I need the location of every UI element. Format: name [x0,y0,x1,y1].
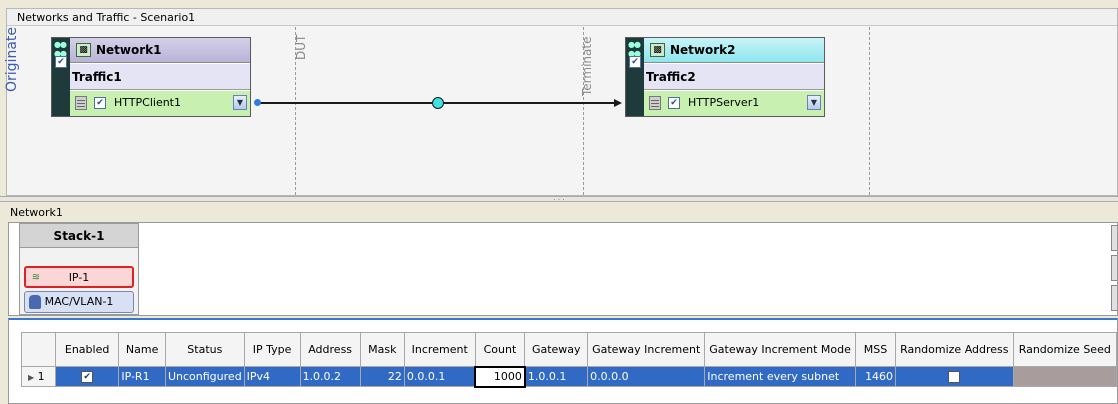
traffic2-name: Traffic2 [646,70,696,84]
server-icon [75,96,87,110]
chevron-down-icon[interactable]: ▼ [807,95,821,110]
row-index-cell[interactable]: ▶ 1 [21,366,56,387]
link-midpoint-node[interactable] [432,97,444,109]
network1-enable-checkbox[interactable]: ✔ [55,56,67,68]
scenario-title: Networks and Traffic - Scenario1 [7,9,1117,26]
ip-layer-label: IP-1 [68,271,90,284]
httpclient-enable-checkbox[interactable]: ✔ [94,97,106,109]
network1-name: Network1 [96,43,162,57]
randomize-seed-cell[interactable] [1012,366,1118,387]
column-header-gateway-increment-mode[interactable]: Gateway Increment Mode [704,332,856,367]
right-divider [869,27,870,195]
column-header-randomize-address[interactable]: Randomize Address [895,332,1014,367]
httpclient-name: HTTPClient1 [114,96,181,109]
row-index: 1 [37,370,45,383]
mss-cell[interactable]: 1460 [854,366,897,387]
database-icon [29,295,41,309]
link-endpoint-dot[interactable] [254,99,261,106]
network-icon: ▩ [76,43,91,57]
column-header-gateway-increment[interactable]: Gateway Increment [587,332,706,367]
column-header-mss[interactable]: MSS [854,332,897,367]
ip-config-grid-area: Enabled Name Status IP Type Address Mask… [8,318,1118,404]
traffic1-name: Traffic1 [72,70,122,84]
traffic2-row[interactable]: Traffic2 [644,64,824,90]
column-header-gateway[interactable]: Gateway [524,332,589,367]
network1-box[interactable]: ●● ●● ✔ ▩ Network1 Traffic1 ✔ HTTPClient1… [51,37,251,117]
gateway-cell[interactable]: 1.0.0.1 [524,366,589,387]
randomize-address-checkbox[interactable] [948,371,961,383]
chevron-down-icon[interactable]: ▼ [233,95,247,110]
column-header-index [21,332,56,367]
side-tab-2[interactable] [1111,255,1117,281]
network2-sidebar: ●● ●● ✔ [626,38,644,116]
side-tab-1[interactable] [1111,225,1117,251]
network2-enable-checkbox[interactable]: ✔ [629,56,641,68]
increment-cell[interactable]: 0.0.0.1 [403,366,476,387]
network-icon: ▩ [650,43,665,57]
name-cell[interactable]: IP-R1 [118,366,166,387]
mac-vlan-layer-label: MAC/VLAN-1 [44,295,114,308]
traffic1-row[interactable]: Traffic1 [70,64,250,90]
stack-box[interactable]: Stack-1 ≋ IP-1 MAC/VLAN-1 [19,223,139,315]
terminate-label: Terminate [580,36,594,96]
address-cell[interactable]: 1.0.0.2 [299,366,361,387]
httpserver-enable-checkbox[interactable]: ✔ [668,97,680,109]
column-header-address[interactable]: Address [299,332,361,367]
network2-name: Network2 [670,43,736,57]
stack-area: Stack-1 ≋ IP-1 MAC/VLAN-1 [8,222,1118,316]
panel-splitter[interactable]: . . . [0,195,1118,202]
ip-layer-icon: ≋ [31,272,41,283]
column-header-mask[interactable]: Mask [359,332,405,367]
originate-label: Originate [4,27,20,92]
ip-layer-button[interactable]: ≋ IP-1 [24,266,134,288]
httpserver-agent-row[interactable]: ✔ HTTPServer1 ▼ [644,91,824,116]
table-header-row: Enabled Name Status IP Type Address Mask… [21,332,1118,367]
column-header-increment[interactable]: Increment [403,332,476,367]
arrow-right-icon [614,99,622,107]
column-header-enabled[interactable]: Enabled [54,332,120,367]
network1-header[interactable]: ▩ Network1 [70,38,250,63]
gateway-increment-mode-cell[interactable]: Increment every subnet [704,366,856,387]
dut-label: DUT [294,34,308,60]
row-pointer-icon: ▶ [28,373,35,382]
network1-sidebar: ●● ●● ✔ [52,38,70,116]
ip-config-table: Enabled Name Status IP Type Address Mask… [21,332,1118,388]
count-cell-editing[interactable]: 1000 [474,365,526,388]
stack-header: Stack-1 [20,224,138,248]
column-header-name[interactable]: Name [118,332,166,367]
enabled-cell[interactable]: ✔ [54,366,120,387]
httpclient-agent-row[interactable]: ✔ HTTPClient1 ▼ [70,91,250,116]
server-icon [649,96,661,110]
ip-type-cell[interactable]: IPv4 [243,366,301,387]
network2-header[interactable]: ▩ Network2 [644,38,824,63]
column-header-status[interactable]: Status [164,332,245,367]
table-row[interactable]: ▶ 1 ✔ IP-R1 Unconfigured IPv4 1.0.0.2 22… [21,365,1118,388]
status-cell[interactable]: Unconfigured [164,366,245,387]
side-tab-3[interactable] [1111,285,1117,311]
network-panel-title: Network1 [10,206,63,219]
column-header-randomize-seed[interactable]: Randomize Seed [1012,332,1118,367]
httpserver-name: HTTPServer1 [688,96,760,109]
gateway-increment-cell[interactable]: 0.0.0.0 [587,366,706,387]
column-header-ip-type[interactable]: IP Type [243,332,301,367]
randomize-address-cell[interactable] [895,366,1014,387]
enabled-checkbox[interactable]: ✔ [81,371,94,383]
column-header-count[interactable]: Count [474,332,526,367]
mask-cell[interactable]: 22 [359,366,405,387]
mac-vlan-layer-button[interactable]: MAC/VLAN-1 [24,291,134,313]
network2-box[interactable]: ●● ●● ✔ ▩ Network2 Traffic2 ✔ HTTPServer1… [625,37,825,117]
